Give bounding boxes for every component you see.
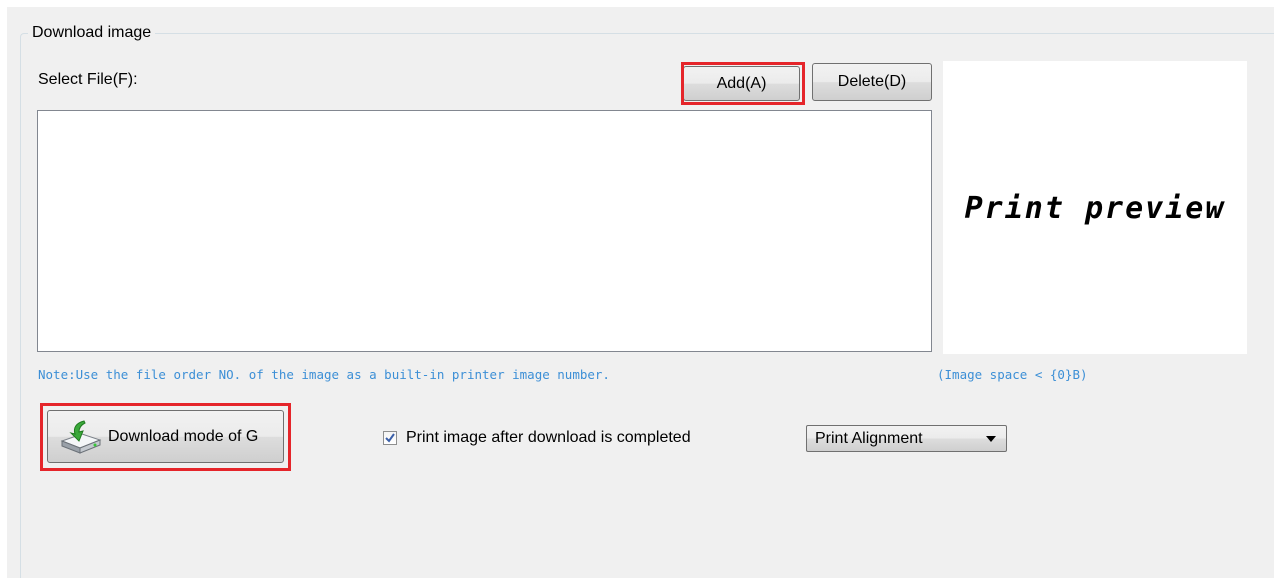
chevron-down-icon xyxy=(986,436,996,442)
print-after-download-label: Print image after download is completed xyxy=(406,429,691,446)
print-alignment-value: Print Alignment xyxy=(815,429,923,447)
image-space-label: (Image space < {0}B) xyxy=(937,367,1088,382)
groupbox-title: Download image xyxy=(28,22,156,44)
print-alignment-select[interactable]: Print Alignment xyxy=(806,425,1007,452)
print-preview-text: Print preview xyxy=(964,191,1226,226)
delete-button[interactable]: Delete(D) xyxy=(812,63,932,101)
download-drive-icon xyxy=(58,419,102,455)
print-after-download-option[interactable]: Print image after download is completed xyxy=(383,428,691,448)
print-after-download-checkbox[interactable] xyxy=(383,431,397,445)
file-list[interactable] xyxy=(37,110,932,352)
print-preview-area: Print preview xyxy=(943,61,1247,354)
select-file-label: Select File(F): xyxy=(38,71,138,88)
checkmark-icon xyxy=(385,433,395,443)
download-mode-button[interactable]: Download mode of G xyxy=(47,410,284,463)
download-mode-button-label: Download mode of G xyxy=(108,427,259,445)
file-order-note: Note:Use the file order NO. of the image… xyxy=(38,367,610,382)
add-button[interactable]: Add(A) xyxy=(683,66,800,101)
